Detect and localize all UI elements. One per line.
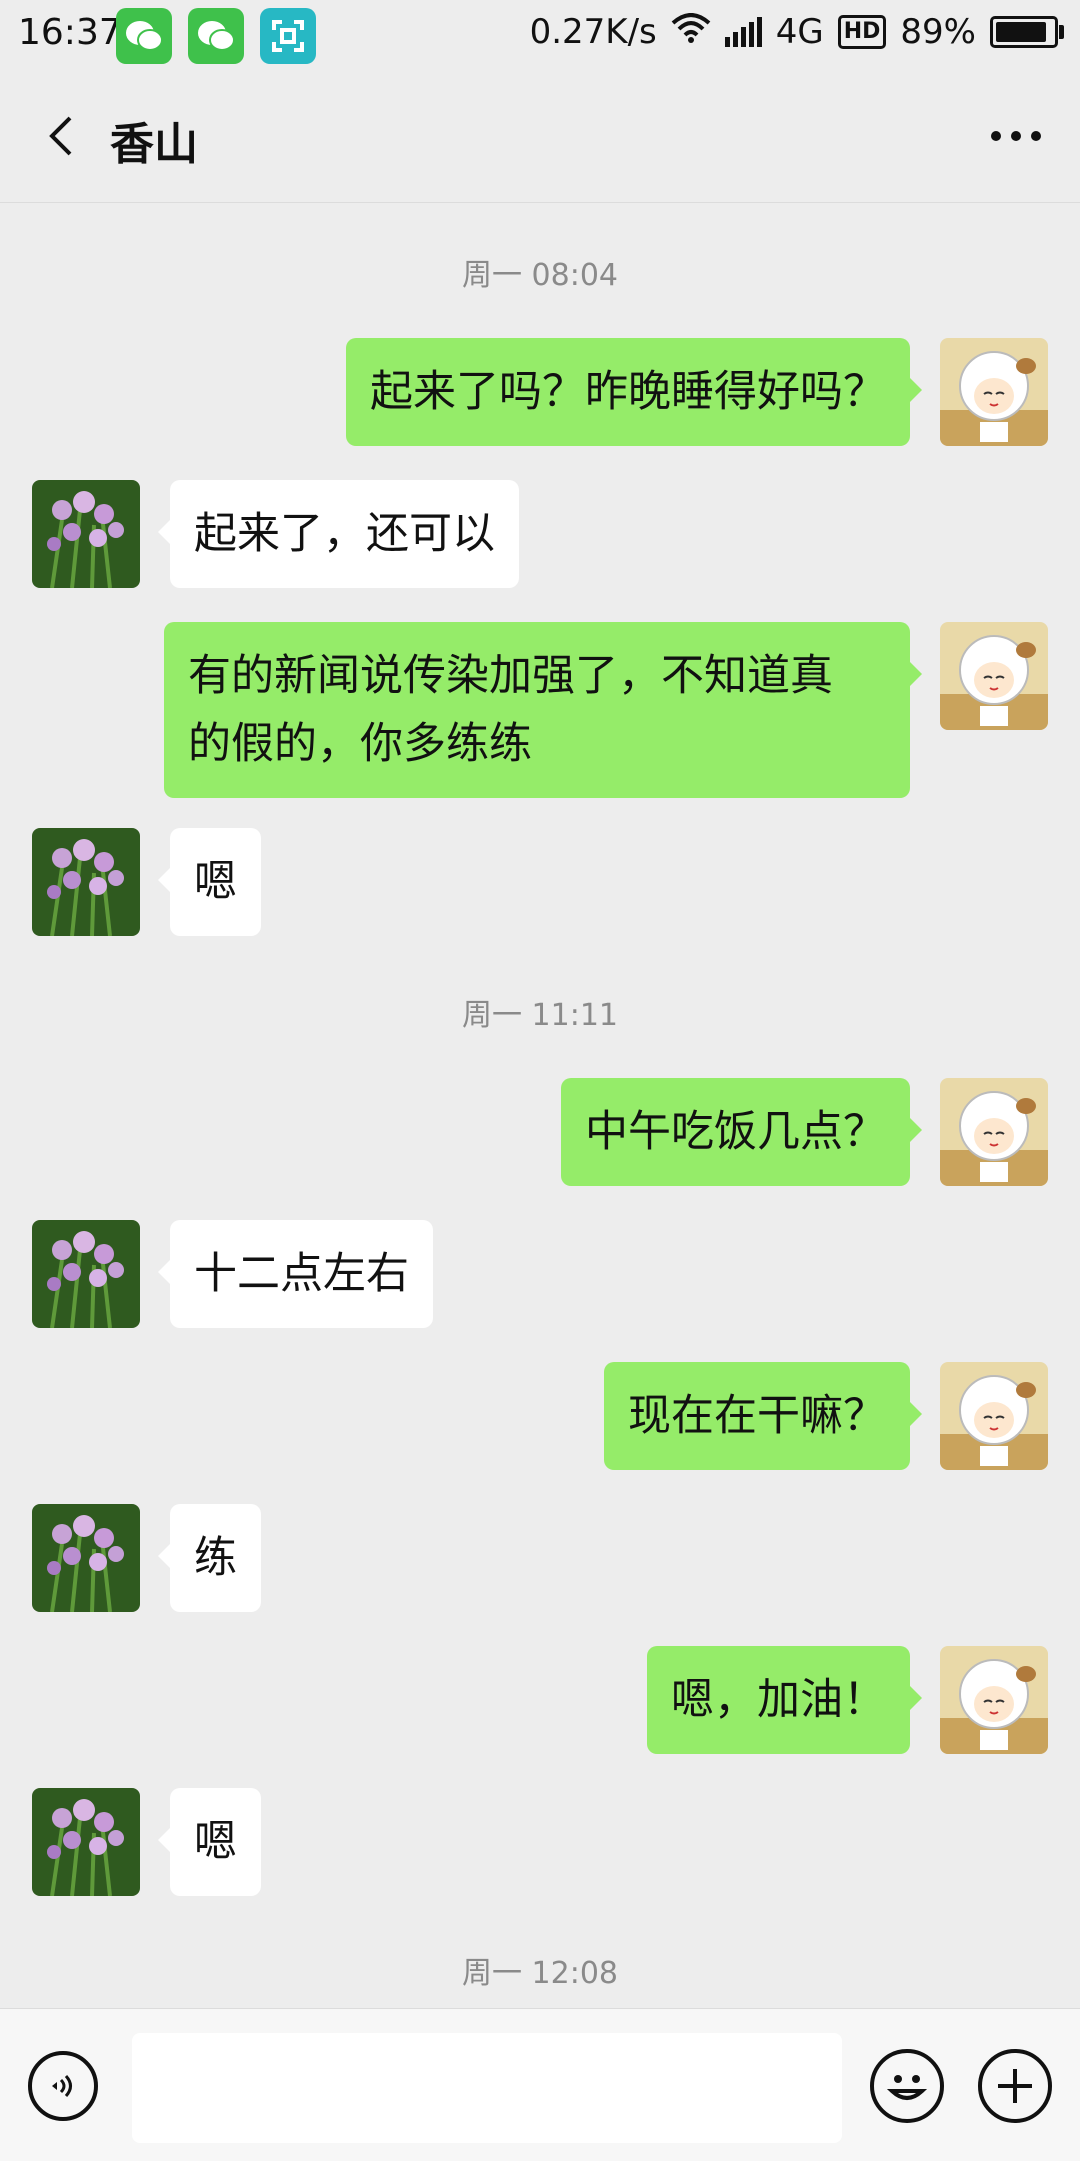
plus-icon[interactable] — [978, 2049, 1052, 2123]
hd-badge: HD — [837, 15, 887, 49]
received-bubble[interactable]: 嗯 — [158, 1788, 261, 1896]
avatar[interactable] — [32, 1788, 140, 1896]
voice-icon[interactable] — [28, 2051, 98, 2121]
message-row: 嗯 — [0, 828, 1080, 940]
timestamp: 周一 12:08 — [462, 1956, 618, 1991]
more-dots-icon[interactable] — [976, 106, 1056, 166]
received-bubble[interactable]: 练 — [158, 1504, 261, 1612]
input-bar — [0, 2008, 1080, 2161]
message-row: 练 — [0, 1504, 1080, 1616]
message-row: 有的新闻说传染加强了，不知道真 的假的，你多练练 — [0, 622, 1080, 798]
sent-bubble[interactable]: 中午吃饭几点？ — [561, 1078, 922, 1186]
network-type: 4G — [775, 12, 824, 52]
message-row: 嗯，加油！ — [0, 1646, 1080, 1758]
wifi-icon — [671, 12, 711, 52]
avatar[interactable] — [32, 1504, 140, 1612]
wechat-icon — [188, 8, 244, 64]
timestamp: 周一 08:04 — [462, 258, 618, 293]
message-row: 起来了，还可以 — [0, 480, 1080, 592]
status-time: 16:37 — [18, 12, 122, 53]
sent-bubble[interactable]: 现在在干嘛？ — [604, 1362, 922, 1470]
battery-icon — [990, 16, 1064, 48]
timestamp: 周一 11:11 — [462, 998, 618, 1033]
status-bar: 16:37 0.27K/s 4G HD 89% — [0, 0, 1080, 76]
status-right: 0.27K/s 4G HD 89% — [529, 12, 1064, 52]
avatar[interactable] — [940, 1646, 1048, 1754]
received-bubble[interactable]: 嗯 — [158, 828, 261, 936]
avatar[interactable] — [32, 480, 140, 588]
avatar[interactable] — [32, 828, 140, 936]
message-row: 中午吃饭几点？ — [0, 1078, 1080, 1190]
received-bubble[interactable]: 十二点左右 — [158, 1220, 433, 1328]
sent-bubble[interactable]: 起来了吗？昨晚睡得好吗？ — [346, 338, 922, 446]
signal-icon — [724, 17, 762, 47]
message-input[interactable] — [132, 2033, 842, 2143]
battery-percent: 89% — [900, 12, 976, 52]
chevron-left-icon[interactable] — [30, 106, 90, 166]
received-bubble[interactable]: 起来了，还可以 — [158, 480, 519, 588]
avatar[interactable] — [940, 338, 1048, 446]
message-row: 起来了吗？昨晚睡得好吗？ — [0, 338, 1080, 450]
scan-icon — [260, 8, 316, 64]
avatar[interactable] — [940, 1078, 1048, 1186]
emoji-icon[interactable] — [870, 2049, 944, 2123]
sent-bubble[interactable]: 有的新闻说传染加强了，不知道真 的假的，你多练练 — [164, 622, 922, 798]
wechat-icon — [116, 8, 172, 64]
sent-bubble[interactable]: 嗯，加油！ — [647, 1646, 922, 1754]
chat-area: 周一 08:04 起来了吗？昨晚睡得好吗？ 起来了，还可以 有的新闻说传染加强了… — [0, 204, 1080, 2004]
message-row: 嗯 — [0, 1788, 1080, 1900]
message-row: 十二点左右 — [0, 1220, 1080, 1332]
network-speed: 0.27K/s — [529, 12, 657, 52]
chat-title: 香山 — [110, 119, 198, 170]
avatar[interactable] — [940, 1362, 1048, 1470]
chat-header: 香山 — [0, 76, 1080, 203]
avatar[interactable] — [32, 1220, 140, 1328]
avatar[interactable] — [940, 622, 1048, 730]
message-row: 现在在干嘛？ — [0, 1362, 1080, 1474]
